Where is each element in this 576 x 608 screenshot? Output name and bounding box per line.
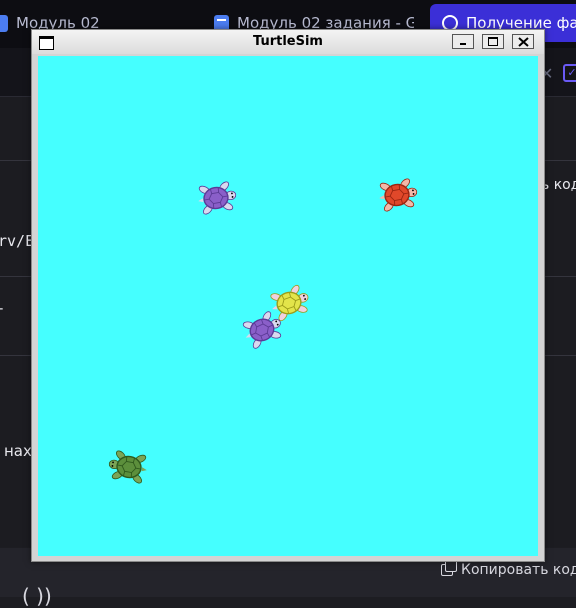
window-titlebar[interactable]: TurtleSim bbox=[32, 30, 544, 54]
turtle-icon bbox=[379, 178, 418, 212]
copy-icon bbox=[441, 560, 457, 576]
close-icon bbox=[518, 37, 529, 47]
checkbox-icon[interactable]: ✓ bbox=[563, 64, 576, 82]
minimize-button[interactable] bbox=[452, 34, 474, 49]
doc-icon bbox=[0, 14, 8, 32]
turtle-icon bbox=[108, 450, 147, 484]
turtlesim-canvas bbox=[38, 56, 538, 556]
copy-code-button[interactable]: Копировать код bbox=[441, 560, 576, 578]
copy-label: Копировать код bbox=[461, 562, 576, 578]
maximize-button[interactable] bbox=[482, 34, 504, 49]
turtlesim-window[interactable]: TurtleSim bbox=[31, 29, 545, 562]
partial-text-left: нах bbox=[4, 442, 32, 460]
close-button[interactable] bbox=[512, 34, 534, 49]
partial-text-right: ь код bbox=[541, 177, 576, 193]
turtle-green bbox=[104, 442, 155, 493]
turtle-red bbox=[372, 170, 423, 221]
partial-code-left: rv/E bbox=[0, 232, 35, 250]
partial-text-left: - bbox=[0, 299, 3, 317]
partial-text-bottom: ( )) bbox=[22, 584, 52, 608]
turtle-purple-1 bbox=[191, 173, 242, 224]
turtle-icon bbox=[198, 181, 237, 215]
